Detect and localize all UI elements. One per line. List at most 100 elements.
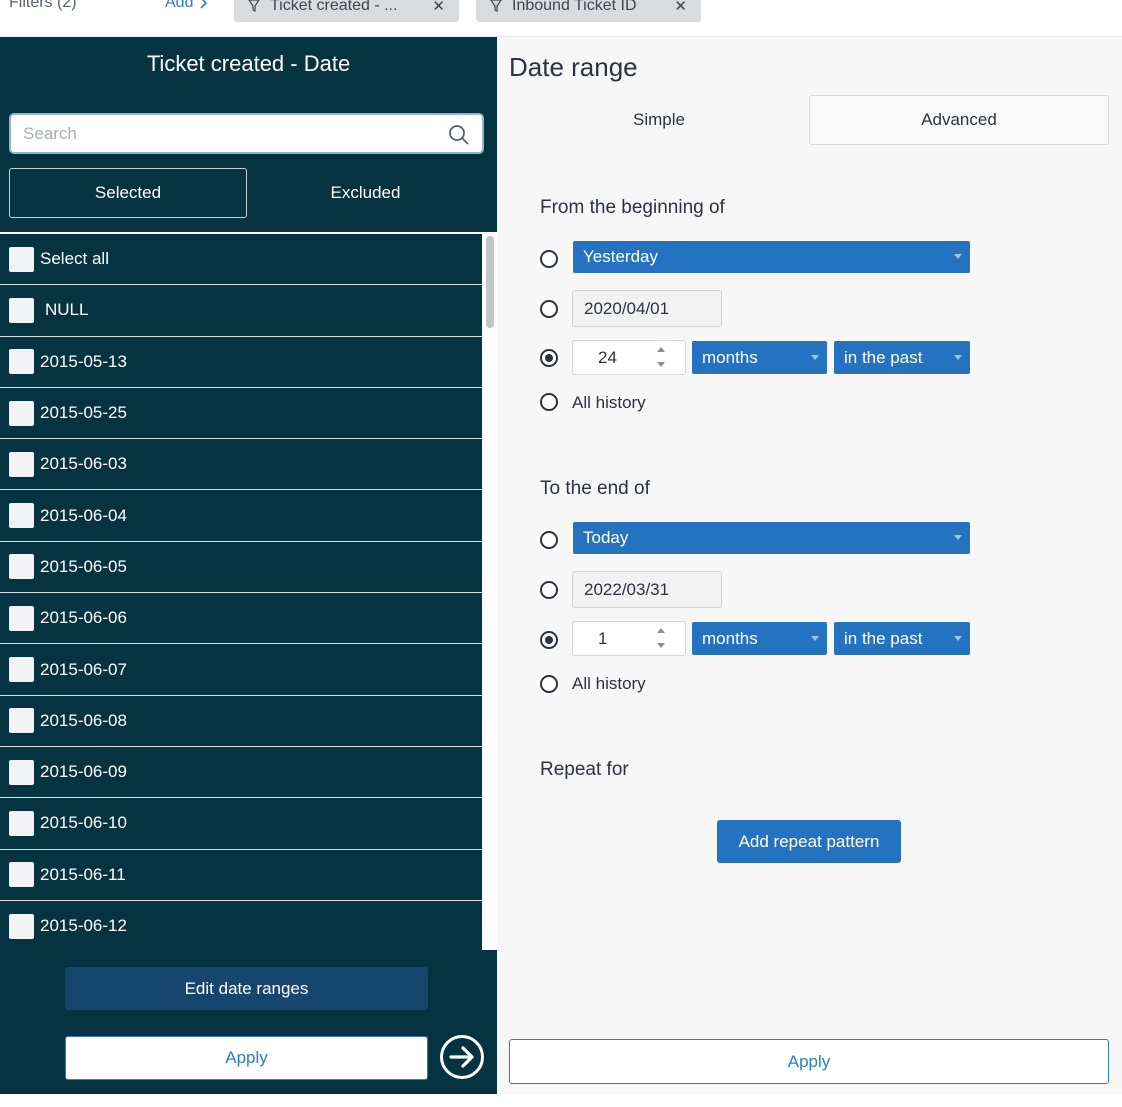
to-relative-radio[interactable] [540,631,558,649]
checkbox[interactable] [9,349,34,375]
list-item[interactable]: 2015-06-12 [0,901,482,950]
checkbox[interactable] [9,503,34,529]
date-range-title: Date range [509,52,638,82]
list-item[interactable]: 2015-06-08 [0,696,482,747]
from-direction-select[interactable]: in the past [833,340,971,375]
list-item[interactable]: 2015-05-25 [0,388,482,440]
from-date-radio[interactable] [540,300,558,318]
add-filter-label: Add [165,0,194,11]
to-direction-value: in the past [844,628,923,648]
list-item-label: 2015-06-07 [40,659,127,679]
values-panel: Ticket created - Date Selected Excluded … [0,37,497,1094]
apply-button[interactable]: Apply [65,1036,428,1080]
selected-toggle[interactable]: Selected [9,168,247,218]
filter-chip-label: Ticket created - ... [270,0,398,14]
to-unit-select[interactable]: months [691,621,828,656]
date-range-panel: Date range Simple Advanced From the begi… [497,37,1122,1094]
from-all-history-radio[interactable] [540,393,558,411]
select-all-row[interactable]: Select all [0,234,482,286]
checkbox[interactable] [9,554,34,580]
list-item-label: 2015-06-08 [40,710,127,730]
tab-advanced[interactable]: Advanced [809,95,1109,145]
checkbox[interactable] [9,862,34,888]
from-preset-select[interactable]: Yesterday [572,240,971,274]
from-direction-value: in the past [844,347,923,367]
arrow-right-circle-icon[interactable] [439,1034,485,1080]
excluded-toggle[interactable]: Excluded [247,168,484,218]
list-item[interactable]: 2015-05-13 [0,337,482,388]
list-item[interactable]: 2015-06-10 [0,798,482,850]
list-item[interactable]: 2015-06-06 [0,593,482,645]
list-item-label: NULL [45,300,89,320]
list-item[interactable]: 2015-06-07 [0,644,482,696]
chevron-down-icon [954,354,962,360]
from-date-input[interactable]: 2020/04/01 [572,290,722,327]
to-direction-select[interactable]: in the past [833,621,971,656]
to-date-radio[interactable] [540,581,558,599]
to-preset-select[interactable]: Today [572,521,971,555]
filter-bar: Filters (2) Add Ticket created - ... ✕ I… [0,0,1122,37]
list-item[interactable]: 2015-06-11 [0,850,482,901]
scrollbar-thumb[interactable] [486,236,494,328]
checkbox[interactable] [9,246,34,272]
list-item[interactable]: NULL [0,285,482,337]
from-preset-value: Yesterday [583,247,658,266]
search-box[interactable] [9,113,484,154]
list-item-label: 2015-05-13 [40,351,127,371]
list-item-label: 2015-06-03 [40,454,127,474]
values-list: Select all NULL 2015-05-13 2015-05-25 20… [0,232,482,950]
edit-date-ranges-button[interactable]: Edit date ranges [65,967,428,1010]
filter-chip-label: Inbound Ticket ID [512,0,637,14]
to-all-history-radio[interactable] [540,675,558,693]
filters-count-label: Filters (2) [9,0,77,11]
checkbox[interactable] [9,810,34,836]
to-amount-value: 1 [598,628,608,648]
close-icon[interactable]: ✕ [432,0,445,15]
add-filter-link[interactable]: Add [165,0,208,12]
list-scrollbar[interactable] [482,232,497,950]
to-unit-value: months [702,628,758,648]
list-item[interactable]: 2015-06-09 [0,747,482,799]
close-icon[interactable]: ✕ [674,0,687,15]
chevron-down-icon [811,354,819,360]
checkbox[interactable] [9,297,34,323]
apply-button[interactable]: Apply [509,1039,1109,1084]
stepper-arrows-icon[interactable] [657,625,667,652]
search-input[interactable] [23,123,443,145]
to-preset-value: Today [583,528,629,547]
checkbox[interactable] [9,451,34,477]
checkbox[interactable] [9,605,34,631]
chevron-right-icon [200,0,208,9]
list-item-label: 2015-05-25 [40,403,127,423]
tab-simple[interactable]: Simple [509,95,809,145]
checkbox[interactable] [9,657,34,683]
chevron-down-icon [954,635,962,641]
filter-chip-ticket-created[interactable]: Ticket created - ... ✕ [234,0,459,22]
list-item[interactable]: 2015-06-04 [0,490,482,542]
chevron-down-icon [811,635,819,641]
from-amount-stepper[interactable]: 24 [572,340,686,375]
list-item[interactable]: 2015-06-05 [0,542,482,594]
list-item-label: 2015-06-04 [40,505,127,525]
checkbox[interactable] [9,708,34,734]
checkbox[interactable] [9,400,34,426]
checkbox[interactable] [9,913,34,939]
chevron-down-icon [954,254,962,259]
to-preset-radio[interactable] [540,531,558,549]
stepper-arrows-icon[interactable] [657,344,667,371]
checkbox[interactable] [9,759,34,785]
from-relative-radio[interactable] [540,349,558,367]
panel-title: Ticket created - Date [146,51,351,76]
search-icon [449,125,469,145]
to-amount-stepper[interactable]: 1 [572,621,686,656]
to-date-input[interactable]: 2022/03/31 [572,571,722,608]
from-preset-radio[interactable] [540,250,558,268]
list-item-label: 2015-06-11 [40,864,126,884]
filter-chip-inbound-ticket-id[interactable]: Inbound Ticket ID ✕ [476,0,701,22]
filter-icon [490,0,502,12]
to-all-history-label: All history [572,674,646,693]
list-item-label: 2015-06-10 [40,813,127,833]
add-repeat-pattern-button[interactable]: Add repeat pattern [717,820,901,863]
list-item[interactable]: 2015-06-03 [0,439,482,491]
from-unit-select[interactable]: months [691,340,828,375]
